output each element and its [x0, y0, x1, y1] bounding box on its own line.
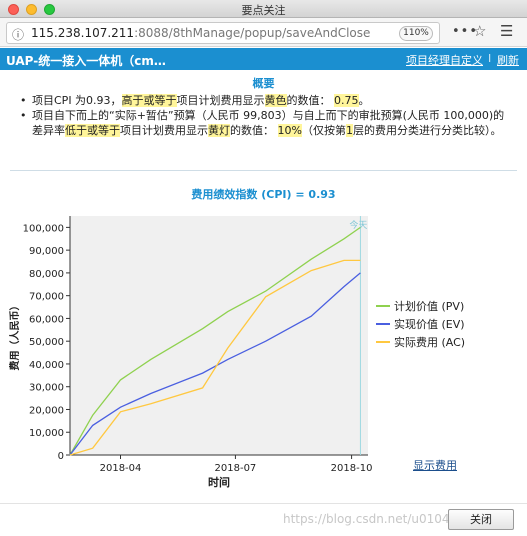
- x-tick-label: 2018-04: [100, 463, 142, 474]
- y-tick-label: 40,000: [29, 360, 64, 371]
- app-header: UAP-统一接入一体机（cm… 项目经理自定义 I 刷新: [0, 48, 527, 70]
- summary-bullet-cpi: 项目CPI 为0.93，高于或等于项目计划费用显示黄色的数值： 0.75。: [20, 93, 510, 108]
- y-tick-label: 20,000: [29, 405, 64, 416]
- y-axis-label: 费用（人民币）: [8, 301, 21, 371]
- summary-list: 项目CPI 为0.93，高于或等于项目计划费用显示黄色的数值： 0.75。 项目…: [20, 93, 510, 138]
- summary-title: 概要: [252, 77, 275, 90]
- window-titlebar: 要点关注: [0, 0, 527, 18]
- y-tick-label: 80,000: [29, 269, 64, 280]
- info-icon[interactable]: ⓘ: [12, 26, 24, 43]
- y-tick-label: 70,000: [29, 292, 64, 303]
- y-tick-label: 60,000: [29, 314, 64, 325]
- footer: https://blog.csdn.net/u010417597 关闭: [0, 503, 527, 536]
- x-axis-label: 时间: [208, 475, 230, 489]
- x-tick-label: 2018-10: [331, 463, 373, 474]
- summary-bullet-budget: 项目自下而上的“实际+暂估”预算（人民币 99,803）与自上而下的审批预算(人…: [20, 108, 510, 138]
- bookmark-star-icon[interactable]: ☆: [473, 22, 486, 40]
- y-tick-label: 10,000: [29, 428, 64, 439]
- header-separator: I: [488, 52, 492, 65]
- legend-label: 计划价值 (PV): [394, 300, 464, 313]
- address-bar: ⓘ 115.238.107.211:8088/8thManage/popup/s…: [0, 18, 527, 47]
- pm-custom-link[interactable]: 项目经理自定义: [406, 52, 483, 68]
- refresh-link[interactable]: 刷新: [497, 52, 519, 68]
- y-tick-label: 100,000: [23, 223, 64, 234]
- y-tick-label: 50,000: [29, 337, 64, 348]
- y-tick-label: 90,000: [29, 246, 64, 257]
- window-title: 要点关注: [241, 4, 286, 17]
- hamburger-menu-icon[interactable]: ☰: [500, 22, 513, 40]
- x-tick-label: 2018-07: [215, 463, 257, 474]
- divider: [10, 170, 517, 171]
- show-cost-link[interactable]: 显示费用: [413, 457, 457, 473]
- y-tick-label: 30,000: [29, 383, 64, 394]
- close-button[interactable]: 关闭: [448, 509, 514, 530]
- legend-label: 实际费用 (AC): [394, 335, 465, 349]
- y-tick-label: 0: [58, 451, 64, 462]
- url-field[interactable]: ⓘ 115.238.107.211:8088/8thManage/popup/s…: [6, 22, 440, 44]
- url-text[interactable]: 115.238.107.211:8088/8thManage/popup/sav…: [31, 26, 371, 40]
- app-title: UAP-统一接入一体机（cm…: [6, 54, 166, 68]
- zoom-level-badge[interactable]: 110%: [399, 26, 433, 41]
- cpi-chart: 0 10,000 20,000 30,000 40,000 50,000 60,000 70,…: [8, 216, 465, 489]
- legend-label: 实现价值 (EV): [394, 317, 465, 331]
- chart-title: 费用绩效指数 (CPI) = 0.93: [191, 188, 336, 201]
